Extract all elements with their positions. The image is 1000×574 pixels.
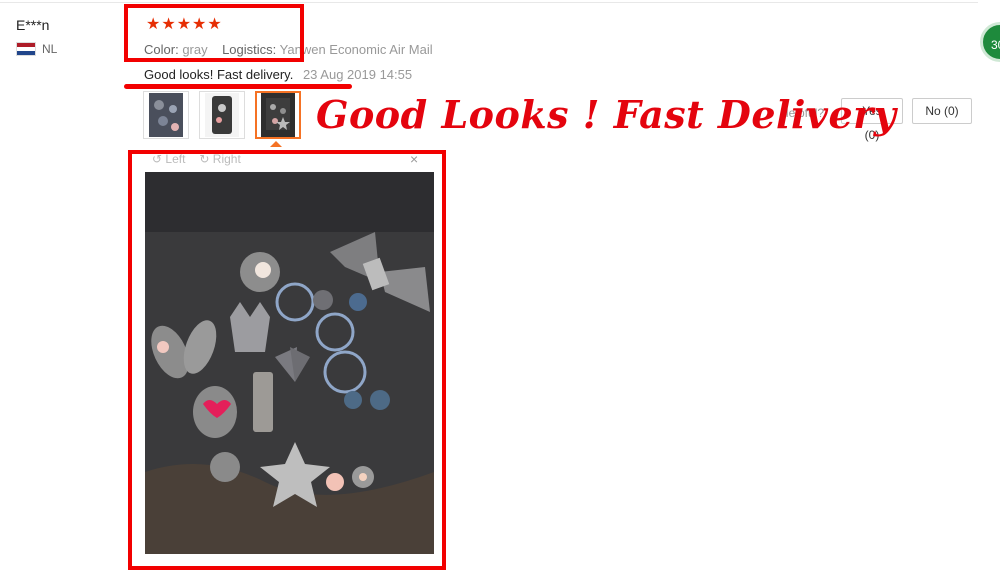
reviewer-name: E***n	[16, 17, 50, 33]
review-thumbnail[interactable]	[199, 91, 245, 139]
annotation-underline	[124, 84, 352, 89]
reviewer-country: NL	[16, 42, 57, 56]
selected-thumbnail-pointer	[270, 141, 282, 147]
review-feedback: Good looks! Fast delivery. 23 Aug 2019 1…	[144, 67, 412, 82]
netherlands-flag-icon	[16, 42, 36, 56]
annotation-box-rating	[124, 4, 304, 62]
top-divider	[0, 2, 978, 3]
country-code: NL	[42, 42, 58, 56]
review-thumbnail-selected[interactable]	[255, 91, 301, 139]
thumbnail-image	[261, 93, 295, 137]
thumbnail-image	[149, 93, 183, 137]
review-thumbnails	[143, 91, 301, 139]
annotation-box-photo	[128, 150, 446, 570]
feedback-text: Good looks! Fast delivery.	[144, 67, 294, 82]
review-date: 23 Aug 2019 14:55	[302, 67, 413, 82]
floating-badge[interactable]: 30	[980, 22, 1000, 62]
review-thumbnail[interactable]	[143, 91, 189, 139]
helpful-no-button[interactable]: No (0)	[912, 98, 972, 124]
annotation-caption: Good Looks ! Fast Delivery	[316, 92, 897, 137]
thumbnail-image	[205, 93, 239, 137]
